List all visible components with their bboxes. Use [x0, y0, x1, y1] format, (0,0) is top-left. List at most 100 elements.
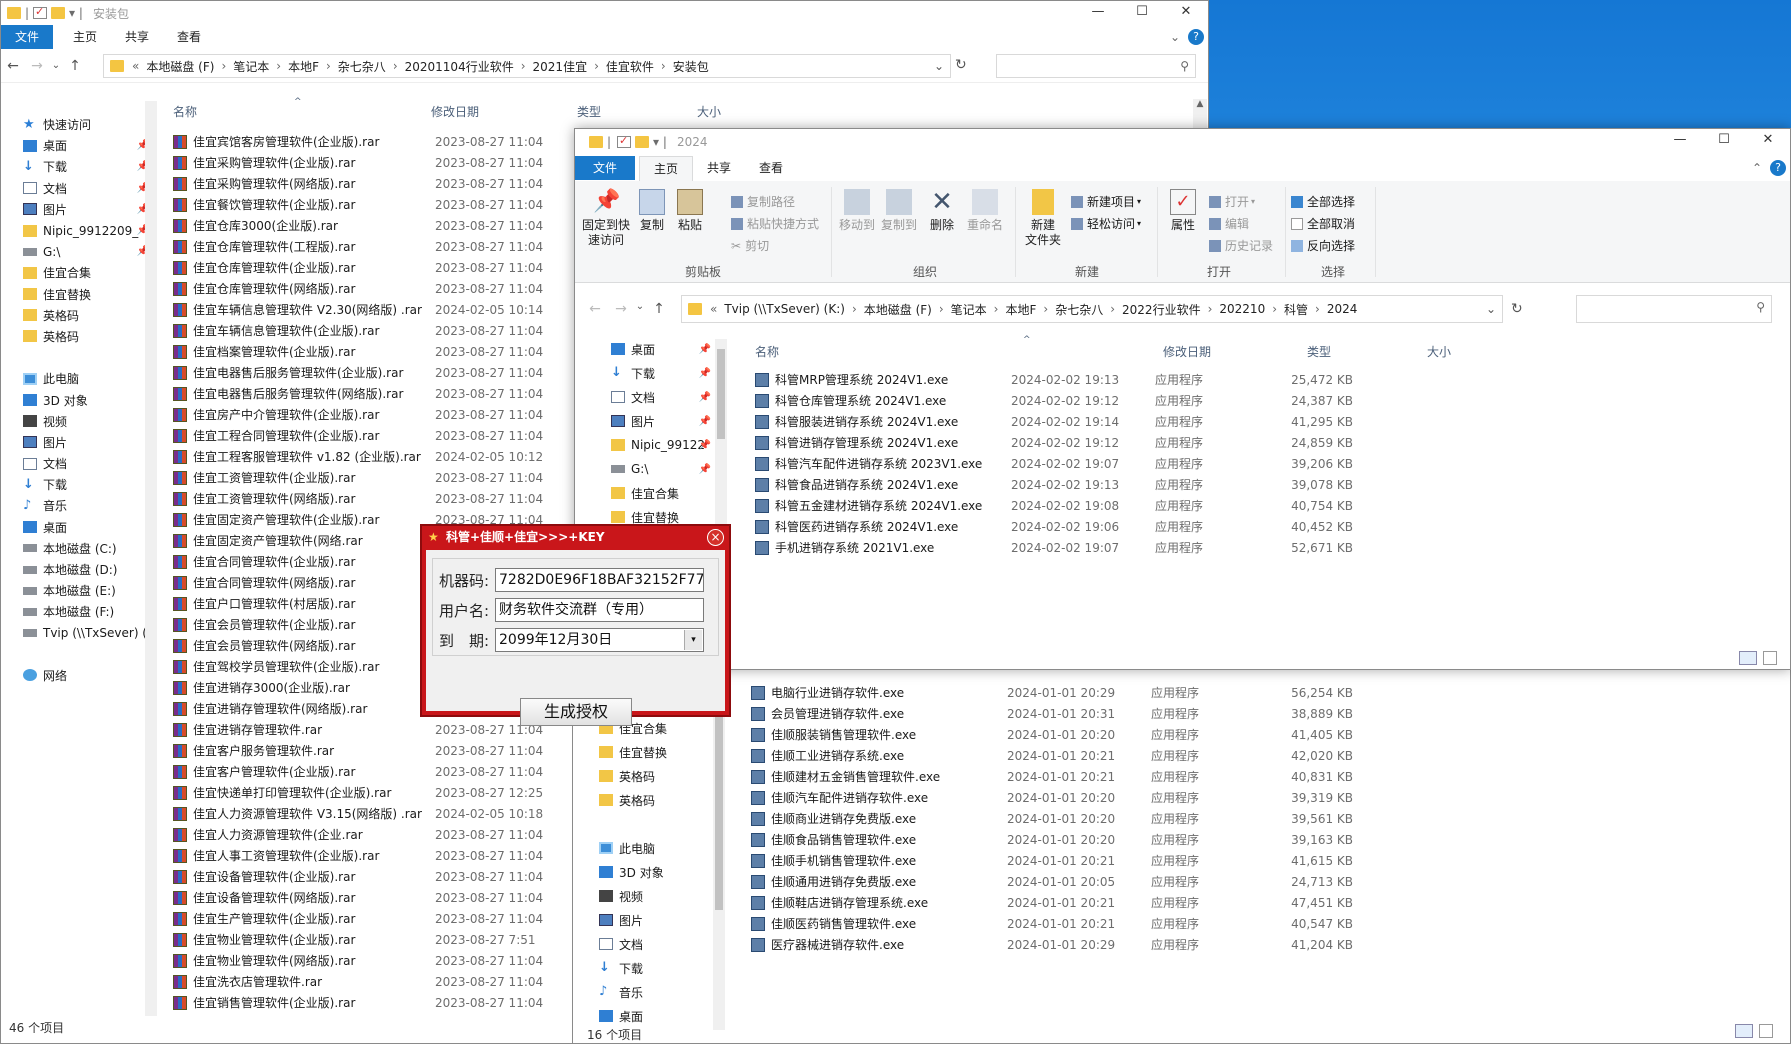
- breadcrumb-item[interactable]: 笔记本: [230, 58, 272, 75]
- search-box[interactable]: ⚲: [1576, 295, 1772, 323]
- file-row[interactable]: 佳顺工业进销存系统.exe 2024-01-01 20:21 应用程序 42,020 …: [751, 745, 1375, 766]
- file-row[interactable]: 科管MRP管理系统 2024V1.exe 2024-02-02 19:13 应用程序…: [755, 369, 1375, 390]
- breadcrumb-item[interactable]: 本地磁盘 (F): [143, 58, 217, 75]
- new-folder-button[interactable]: 新建 文件夹: [1021, 189, 1065, 248]
- pin-icon[interactable]: 📌: [699, 440, 711, 451]
- back-arrow-icon[interactable]: ←: [1, 58, 25, 74]
- file-row[interactable]: 佳宜生产管理软件(企业版).rar 2023-08-27 11:04: [173, 908, 553, 929]
- file-row[interactable]: 科管进销存管理系统 2024V1.exe 2024-02-02 19:12 应用程序…: [755, 432, 1375, 453]
- nav-item[interactable]: 本地磁盘 (D:): [19, 559, 155, 580]
- file-row[interactable]: 佳宜仓库管理软件(工程版).rar 2023-08-27 11:04: [173, 236, 553, 257]
- maximize-button[interactable]: ☐: [1702, 129, 1746, 153]
- nav-item[interactable]: 本地磁盘 (E:): [19, 580, 155, 601]
- nav-item[interactable]: 桌面: [595, 1004, 705, 1028]
- nav-item[interactable]: 佳宜合集: [607, 481, 717, 505]
- refresh-icon[interactable]: ↻: [955, 57, 967, 73]
- file-row[interactable]: 佳宜宾馆客房管理软件(企业版).rar 2023-08-27 11:04: [173, 131, 553, 152]
- file-row[interactable]: 佳宜房产中介管理软件(企业版).rar 2023-08-27 11:04: [173, 404, 553, 425]
- file-row[interactable]: 佳宜设备管理软件(网络版).rar 2023-08-27 11:04: [173, 887, 553, 908]
- nav-item[interactable]: ★ 快速访问: [19, 114, 155, 135]
- customize-chevron-icon[interactable]: ▾ |: [653, 135, 667, 149]
- nav-item[interactable]: 英格码: [19, 326, 155, 347]
- file-row[interactable]: 佳宜仓库管理软件(网络版).rar 2023-08-27 11:04: [173, 278, 553, 299]
- paste-button[interactable]: 粘贴: [673, 189, 707, 233]
- column-size[interactable]: 大小: [1427, 343, 1451, 360]
- file-row[interactable]: 佳宜人事工资管理软件(企业版).rar 2023-08-27 11:04: [173, 845, 553, 866]
- file-row[interactable]: 佳宜车辆信息管理软件(企业版).rar 2023-08-27 11:04: [173, 320, 553, 341]
- nav-item[interactable]: 文档: [595, 932, 705, 956]
- large-icons-view-icon[interactable]: [1763, 651, 1777, 665]
- breadcrumb-item[interactable]: 杂七杂八: [335, 58, 389, 75]
- nav-item[interactable]: 图片 📌: [19, 199, 155, 220]
- pin-icon[interactable]: 📌: [699, 416, 711, 427]
- nav-item[interactable]: ↓ 下载: [595, 956, 705, 980]
- recent-chevron-icon[interactable]: ⌄: [633, 301, 647, 312]
- nav-item[interactable]: 桌面 📌: [19, 135, 155, 156]
- tab-file[interactable]: 文件: [1, 25, 54, 49]
- file-row[interactable]: 佳宜设备管理软件(企业版).rar 2023-08-27 11:04: [173, 866, 553, 887]
- file-row[interactable]: 佳宜工资管理软件(网络版).rar 2023-08-27 11:04: [173, 488, 553, 509]
- left-nav-scrollbar[interactable]: [145, 101, 157, 1016]
- nav-item[interactable]: 桌面: [19, 517, 155, 538]
- expand-ribbon-icon[interactable]: ⌄: [1170, 30, 1180, 44]
- file-row[interactable]: 佳顺鞋店进销存管理系统.exe 2024-01-01 20:21 应用程序 47,45…: [751, 892, 1375, 913]
- file-row[interactable]: 科管服装进销存系统 2024V1.exe 2024-02-02 19:14 应用程序…: [755, 411, 1375, 432]
- nav-item[interactable]: 3D 对象: [19, 389, 155, 410]
- file-row[interactable]: 科管仓库管理系统 2024V1.exe 2024-02-02 19:12 应用程序 2…: [755, 390, 1375, 411]
- nav-item[interactable]: 英格码: [19, 305, 155, 326]
- nav-item[interactable]: Nipic_9912209_ 📌: [19, 220, 155, 241]
- details-view-icon[interactable]: [1739, 651, 1757, 665]
- tab-home[interactable]: 主页: [639, 155, 694, 181]
- file-row[interactable]: 电脑行业进销存软件.exe 2024-01-01 20:29 应用程序 56,254 …: [751, 682, 1375, 703]
- file-row[interactable]: 科管五金建材进销存系统 2024V1.exe 2024-02-02 19:08 应用…: [755, 495, 1375, 516]
- nav-item[interactable]: 视频: [595, 884, 705, 908]
- nav-item[interactable]: 佳宜替换: [595, 740, 705, 764]
- file-row[interactable]: 佳顺通用进销存免费版.exe 2024-01-01 20:05 应用程序 24,713…: [751, 871, 1375, 892]
- invert-selection-button[interactable]: 反向选择: [1291, 237, 1355, 254]
- column-type[interactable]: 类型: [1307, 343, 1331, 360]
- nav-item[interactable]: 图片: [595, 908, 705, 932]
- new-item-button[interactable]: 新建项目 ▾: [1071, 193, 1141, 210]
- properties-icon[interactable]: [33, 5, 48, 19]
- delete-button[interactable]: ✕ 删除: [925, 189, 959, 233]
- breadcrumb-item[interactable]: 本地磁盘 (F): [861, 301, 935, 318]
- nav-item[interactable]: ♪ 音乐: [19, 495, 155, 516]
- file-row[interactable]: 佳宜工资管理软件(企业版).rar 2023-08-27 11:04: [173, 467, 553, 488]
- breadcrumb-item[interactable]: 杂七杂八: [1052, 301, 1106, 318]
- forward-arrow-icon[interactable]: →: [609, 301, 633, 317]
- up-arrow-icon[interactable]: ↑: [647, 301, 671, 317]
- tab-share[interactable]: 共享: [693, 156, 745, 180]
- open-button[interactable]: 打开 ▾: [1209, 193, 1255, 210]
- nav-item[interactable]: 本地磁盘 (F:): [19, 601, 155, 622]
- nav-item[interactable]: ↓ 下载 📌: [607, 361, 717, 385]
- column-name[interactable]: 名称: [755, 343, 779, 360]
- file-row[interactable]: 佳宜快递单打印管理软件(企业版).rar 2023-08-27 12:25: [173, 782, 553, 803]
- paste-shortcut-button[interactable]: 粘贴快捷方式: [731, 215, 819, 232]
- nav-item[interactable]: 图片 📌: [607, 409, 717, 433]
- column-type[interactable]: 类型: [577, 103, 601, 120]
- file-row[interactable]: 佳顺商业进销存免费版.exe 2024-01-01 20:20 应用程序 39,561…: [751, 808, 1375, 829]
- back-arrow-icon[interactable]: ←: [583, 301, 607, 317]
- nav-item[interactable]: 英格码: [595, 788, 705, 812]
- file-row[interactable]: 佳宜采购管理软件(企业版).rar 2023-08-27 11:04: [173, 152, 553, 173]
- file-row[interactable]: 佳顺医药销售管理软件.exe 2024-01-01 20:21 应用程序 40,547…: [751, 913, 1375, 934]
- pin-icon[interactable]: 📌: [699, 392, 711, 403]
- scroll-up-icon[interactable]: ▲: [1193, 99, 1207, 109]
- breadcrumb-item[interactable]: 2022行业软件: [1119, 301, 1204, 318]
- nav-item[interactable]: 佳宜替换: [19, 284, 155, 305]
- file-row[interactable]: 佳宜人力资源管理软件(企业.rar 2023-08-27 11:04: [173, 824, 553, 845]
- file-row[interactable]: 佳顺汽车配件进销存软件.exe 2024-01-01 20:20 应用程序 39,31…: [751, 787, 1375, 808]
- file-row[interactable]: 佳宜销售管理软件(企业版).rar 2023-08-27 11:04: [173, 992, 553, 1013]
- file-row[interactable]: 医疗器械进销存软件.exe 2024-01-01 20:29 应用程序 41,204 …: [751, 934, 1375, 955]
- nav-item[interactable]: 视频: [19, 411, 155, 432]
- column-size[interactable]: 大小: [697, 103, 721, 120]
- scroll-thumb[interactable]: [717, 349, 725, 439]
- expire-date-picker[interactable]: 2099年12月30日 ▾: [495, 628, 704, 652]
- address-bar[interactable]: « Tvip (\\TxSever) (K:) › 本地磁盘 (F) › 笔记本 › …: [681, 295, 1503, 323]
- nav-item[interactable]: ♪ 音乐: [595, 980, 705, 1004]
- breadcrumb-item[interactable]: 安装包: [670, 58, 712, 75]
- help-icon[interactable]: ?: [1188, 29, 1204, 45]
- file-row[interactable]: 佳宜物业管理软件(网络版).rar 2023-08-27 11:04: [173, 950, 553, 971]
- forward-arrow-icon[interactable]: →: [25, 58, 49, 74]
- breadcrumb-item[interactable]: 本地F: [1002, 301, 1039, 318]
